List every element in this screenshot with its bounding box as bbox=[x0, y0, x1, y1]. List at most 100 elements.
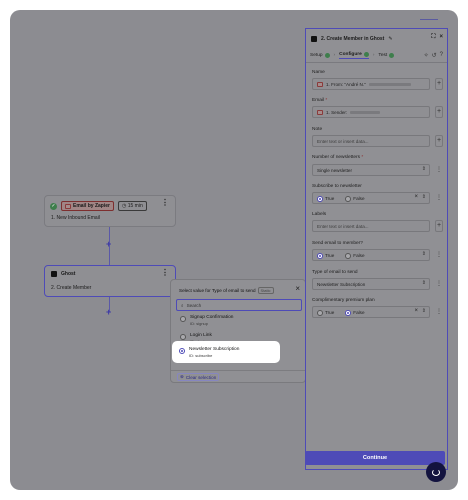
continue-button[interactable]: Continue bbox=[305, 451, 445, 465]
app-label: Email by Zapier bbox=[73, 203, 110, 209]
clear-icon[interactable]: × bbox=[414, 194, 418, 200]
radio-false[interactable]: False bbox=[345, 195, 365, 202]
insert-data-button[interactable]: + bbox=[435, 106, 443, 118]
more-icon[interactable]: ⋮ bbox=[436, 280, 442, 287]
value-picker-popup: Select value for Type of email to send St… bbox=[170, 279, 306, 383]
option-label: Newsletter Subscription bbox=[189, 347, 240, 352]
label-text: Subscribe to newsletter bbox=[312, 184, 362, 189]
required-mark: * bbox=[325, 98, 328, 103]
label-text: Name bbox=[312, 70, 325, 75]
chevron-right-icon: › bbox=[333, 53, 336, 58]
updown-icon: ⇕ bbox=[421, 251, 426, 257]
step-card-action[interactable]: Ghost ⋮ 2. Create Member bbox=[44, 265, 176, 297]
tab-label: Setup bbox=[310, 53, 323, 58]
labels-field[interactable]: Enter text or insert data... bbox=[312, 220, 430, 232]
radio-label: False bbox=[353, 195, 365, 201]
radio-icon bbox=[345, 252, 352, 259]
panel-header: 2. Create Member in Ghost ✎ ⛶ × bbox=[306, 29, 447, 49]
continue-label: Continue bbox=[362, 455, 388, 461]
radio-true[interactable]: True bbox=[317, 195, 334, 202]
newsletters-select[interactable]: Single newsletter ⇕ bbox=[312, 164, 430, 176]
undo-icon[interactable]: ↺ bbox=[432, 52, 437, 59]
insert-data-button[interactable]: + bbox=[435, 220, 443, 232]
mail-icon bbox=[65, 203, 71, 209]
label-text: Send email to member? bbox=[312, 241, 363, 246]
option-label: Login Link bbox=[190, 333, 212, 338]
tab-setup[interactable]: Setup bbox=[310, 53, 330, 58]
field-value: Single newsletter bbox=[317, 167, 352, 173]
more-icon[interactable]: ⋮ bbox=[436, 308, 442, 315]
close-icon[interactable]: × bbox=[439, 34, 443, 41]
search-placeholder: Search bbox=[186, 302, 202, 308]
mail-icon bbox=[317, 109, 323, 115]
tab-label: Configure bbox=[339, 52, 362, 57]
step-title-text: 2. Create Member bbox=[51, 285, 92, 291]
close-icon[interactable]: × bbox=[295, 284, 300, 293]
more-icon[interactable]: ⋮ bbox=[161, 269, 169, 277]
premium-radio-group[interactable]: True False × ⇕ bbox=[312, 306, 430, 318]
insert-data-button[interactable]: + bbox=[435, 78, 443, 90]
email-type-select[interactable]: Newsletter Subscription ⇕ bbox=[312, 278, 430, 290]
sparkle-icon[interactable]: ✧ bbox=[424, 52, 429, 59]
tab-configure[interactable]: Configure bbox=[339, 52, 369, 59]
subscribe-radio-group[interactable]: True False × ⇕ bbox=[312, 192, 430, 204]
field-value: Newsletter Subscription bbox=[317, 281, 366, 287]
timer-badge: ◷ 15 min bbox=[117, 201, 147, 211]
field-placeholder: Enter text or insert data... bbox=[317, 138, 369, 144]
radio-false[interactable]: False bbox=[345, 309, 365, 316]
updown-icon: ⇕ bbox=[421, 194, 426, 200]
field-placeholder: Enter text or insert data... bbox=[317, 223, 369, 229]
more-icon[interactable]: ⋮ bbox=[436, 166, 442, 173]
expand-icon[interactable]: ⛶ bbox=[431, 34, 435, 41]
radio-selected-icon bbox=[179, 348, 185, 354]
clear-selection-button[interactable]: ⊗ Clear selection bbox=[177, 373, 220, 381]
option-signup[interactable]: Signup Confirmation ID: signup bbox=[180, 315, 233, 326]
field-label-subscribe: Subscribe to newsletter bbox=[312, 184, 362, 189]
divider bbox=[171, 370, 305, 371]
field-label-note: Note bbox=[312, 127, 322, 132]
chat-bubble-button[interactable] bbox=[426, 462, 446, 482]
step-editor-panel: 2. Create Member in Ghost ✎ ⛶ × Setup › C… bbox=[305, 28, 448, 470]
radio-true[interactable]: True bbox=[317, 252, 334, 259]
insert-data-button[interactable]: + bbox=[435, 135, 443, 147]
option-id: ID: signup bbox=[190, 321, 209, 326]
check-icon: ✓ bbox=[50, 202, 57, 210]
radio-label: True bbox=[325, 195, 335, 201]
send-email-radio-group[interactable]: True False ⇕ bbox=[312, 249, 430, 261]
panel-tabs: Setup › Configure › Test ✧ ↺? bbox=[306, 49, 447, 63]
note-field[interactable]: Enter text or insert data... bbox=[312, 135, 430, 147]
check-icon bbox=[389, 53, 395, 58]
option-subscribe[interactable]: Newsletter Subscription ID: subscribe bbox=[179, 347, 239, 358]
step-card-trigger[interactable]: ✓ Email by Zapier ◷ 15 min ⋮ 1. New Inbo… bbox=[44, 195, 176, 227]
more-icon[interactable]: ⋮ bbox=[161, 199, 169, 207]
chevron-right-icon: › bbox=[372, 53, 375, 58]
radio-false[interactable]: False bbox=[345, 252, 365, 259]
label-text: Email bbox=[312, 98, 324, 103]
redacted-text bbox=[350, 110, 381, 114]
field-value: 1. From: "André N." bbox=[326, 81, 366, 87]
more-icon[interactable]: ⋮ bbox=[436, 194, 442, 201]
search-input[interactable]: ⌕ Search bbox=[176, 299, 302, 311]
tab-label: Test bbox=[378, 53, 388, 58]
radio-selected-icon bbox=[317, 195, 323, 202]
option-id: ID: subscribe bbox=[189, 353, 213, 358]
app-chip: Email by Zapier bbox=[61, 201, 114, 211]
more-icon[interactable]: ⋮ bbox=[436, 251, 442, 258]
add-step-icon[interactable]: + bbox=[106, 307, 111, 317]
help-icon[interactable]: ? bbox=[440, 52, 443, 59]
label-text: Number of newsletters bbox=[312, 155, 360, 160]
check-icon bbox=[363, 52, 369, 57]
chat-icon bbox=[432, 468, 440, 476]
step-header: Ghost bbox=[51, 271, 75, 277]
edit-icon[interactable]: ✎ bbox=[388, 36, 392, 42]
radio-true[interactable]: True bbox=[317, 309, 334, 316]
add-step-icon[interactable]: + bbox=[106, 239, 111, 249]
popup-title: Select value for Type of email to send St… bbox=[179, 287, 274, 294]
tab-test[interactable]: Test bbox=[378, 53, 395, 58]
step-title: 2. Create Member bbox=[51, 285, 91, 291]
check-icon bbox=[324, 53, 330, 58]
email-field[interactable]: 1. Sender: bbox=[312, 106, 430, 118]
field-label-premium: Complimentary premium plan bbox=[312, 298, 375, 303]
name-field[interactable]: 1. From: "André N." bbox=[312, 78, 430, 90]
clear-icon[interactable]: × bbox=[414, 308, 418, 314]
